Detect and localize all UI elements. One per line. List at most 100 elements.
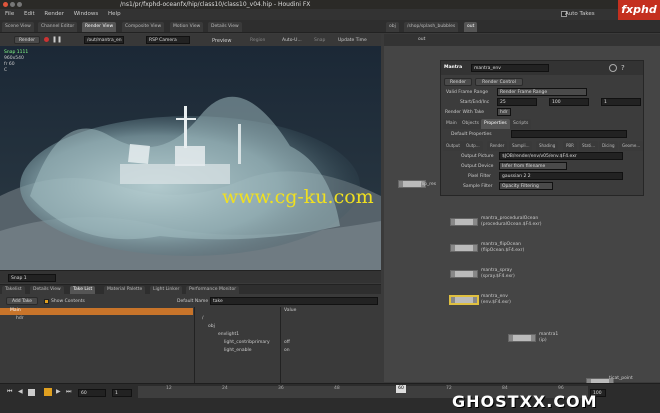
render-viewport[interactable]: Snap 1111 960x540 fr 60 C [0, 46, 381, 270]
tree-envlight1[interactable]: envlight1 [218, 332, 239, 338]
take-list-pane: Takelist Details View Take List Material… [0, 284, 381, 383]
default-name-label: Default Name [177, 299, 209, 304]
menu-windows[interactable]: Windows [74, 11, 99, 17]
node-sub-proceduralocean: (proceduralOcean.$F4.exr) [481, 222, 542, 227]
node-label-proceduralocean: mantra_proceduralOcean [481, 216, 539, 221]
render-param-button[interactable]: Render [444, 78, 472, 86]
pause-icon[interactable]: ❚❚ [52, 37, 62, 43]
subtab-dicing[interactable]: Dicing [599, 141, 618, 151]
tab-objects[interactable]: Objects [459, 119, 483, 129]
menu-file[interactable]: File [5, 11, 14, 17]
camera-field[interactable]: RSP Camera [146, 36, 190, 44]
driver-field[interactable]: /out/mantra_en [84, 36, 124, 44]
node-mantra1[interactable] [508, 334, 536, 342]
subtab-stat[interactable]: Stati... [579, 141, 599, 151]
render-with-take-select[interactable]: hdr [497, 108, 511, 116]
take-hdr-label[interactable]: hdr [16, 316, 24, 322]
menu-render[interactable]: Render [44, 11, 64, 17]
output-picture-field[interactable]: $JOB/render/env/v05/env.$F4.exr [499, 152, 623, 160]
default-name-field[interactable]: take [210, 297, 378, 305]
sample-filter-label: Sample Filter [463, 184, 493, 189]
tab-takelist[interactable]: Takelist [2, 286, 25, 294]
tree-light-contribprimary[interactable]: light_contribprimary [224, 340, 270, 346]
update-time-label[interactable]: Update Time [338, 38, 367, 43]
end-frame-field[interactable]: 100 [549, 98, 589, 106]
maximize-icon[interactable] [17, 2, 22, 7]
node-mantra-env[interactable] [450, 296, 478, 304]
tab-material-palette[interactable]: Material Palette [104, 286, 146, 294]
tab-out[interactable]: out [464, 22, 478, 32]
tab-scene-view[interactable]: Scene View [2, 22, 34, 32]
tab-render-view[interactable]: Render View [82, 22, 117, 32]
frame-field[interactable]: 60 [78, 389, 106, 397]
snap-select[interactable]: Snap 1 [8, 274, 56, 282]
tab-performance-monitor[interactable]: Performance Monitor [186, 286, 240, 294]
preview-label[interactable]: Preview [212, 38, 231, 44]
go-start-icon[interactable]: ⏮ [7, 389, 12, 395]
subtab-sampling[interactable]: Sampli... [509, 141, 533, 151]
menu-help[interactable]: Help [108, 11, 121, 17]
menu-edit[interactable]: Edit [24, 11, 35, 17]
start-frame-field[interactable]: 25 [497, 98, 537, 106]
output-device-select[interactable]: Infer from filename [499, 162, 567, 170]
subtab-geometry[interactable]: Geome... [619, 141, 644, 151]
pixel-filter-field[interactable]: gaussian 2 2 [499, 172, 623, 180]
tree-light-enable[interactable]: light_enable [224, 348, 251, 354]
tab-channel-editor[interactable]: Channel Editor [38, 22, 78, 32]
tab-motion-view[interactable]: Motion View [170, 22, 204, 32]
go-end-icon[interactable]: ⏭ [66, 389, 71, 395]
network-path[interactable]: out [418, 37, 425, 42]
node-name-field[interactable]: mantra_env [471, 64, 549, 72]
add-take-button[interactable]: Add Take [6, 297, 38, 305]
step-back-icon[interactable]: ◀ [18, 389, 23, 395]
subtab-output[interactable]: Output [443, 141, 463, 151]
tree-obj[interactable]: obj [208, 324, 215, 330]
tab-obj[interactable]: obj [386, 22, 399, 32]
tab-take-list[interactable]: Take List [70, 286, 96, 294]
inc-frame-field[interactable]: 1 [601, 98, 641, 106]
tab-light-linker[interactable]: Light Linker [150, 286, 183, 294]
node-mantra-flipocean[interactable] [450, 244, 478, 252]
tab-shop-splash[interactable]: /shop/splash_bubbles [404, 22, 459, 32]
tick-84: 84 [502, 386, 508, 391]
valid-frame-range-select[interactable]: Render Frame Range [497, 88, 587, 96]
frame-info: fr 60 [4, 62, 15, 67]
stop-icon[interactable] [28, 389, 35, 396]
snap-label[interactable]: Snap [314, 38, 325, 43]
tab-properties[interactable]: Properties [481, 119, 510, 129]
tab-main[interactable]: Main [443, 119, 460, 129]
play-icon[interactable] [44, 388, 52, 396]
node-sub-env: (env.$F4.exr) [481, 300, 511, 305]
region-label[interactable]: Region [250, 38, 265, 43]
subtab-render[interactable]: Render [487, 141, 508, 151]
subtab-pbr[interactable]: PBR [563, 141, 577, 151]
tab-details-view[interactable]: Details View [208, 22, 242, 32]
render-with-take-label: Render With Take [445, 110, 485, 115]
subtab-shading[interactable]: Shading [536, 141, 559, 151]
close-icon[interactable] [3, 2, 8, 7]
help-icon[interactable]: ? [621, 64, 625, 72]
record-icon[interactable] [44, 37, 49, 42]
take-row-main[interactable]: Main [0, 308, 193, 315]
auto-update-label[interactable]: Auto-U... [282, 38, 302, 43]
tab-composite-view[interactable]: Composite View [122, 22, 165, 32]
render-control-button[interactable]: Render Control [475, 78, 523, 86]
step-forward-icon[interactable]: ▶ [56, 389, 61, 395]
tab-details-view-2[interactable]: Details View [30, 286, 64, 294]
gear-icon[interactable] [609, 64, 617, 72]
viewport-bottom-bar: Snap 1 [0, 270, 381, 283]
playhead[interactable]: 60 [396, 385, 406, 393]
tab-scripts[interactable]: Scripts [510, 119, 532, 129]
render-button[interactable]: Render [14, 36, 40, 44]
sample-filter-select[interactable]: Opacity Filtering [499, 182, 553, 190]
tree-root[interactable]: / [202, 316, 204, 322]
node-mantra-spray[interactable] [450, 270, 478, 278]
node-sub-spray: (spray.$F4.exr) [481, 274, 515, 279]
default-properties-field[interactable] [511, 130, 627, 138]
start-frame-timeline[interactable]: 1 [112, 389, 132, 397]
subtab-outp[interactable]: Outp... [463, 141, 483, 151]
node-label-flip-res: flip_res [420, 182, 437, 187]
show-contents-checkbox[interactable] [44, 299, 49, 304]
node-mantra-proceduralocean[interactable] [450, 218, 478, 226]
minimize-icon[interactable] [10, 2, 15, 7]
